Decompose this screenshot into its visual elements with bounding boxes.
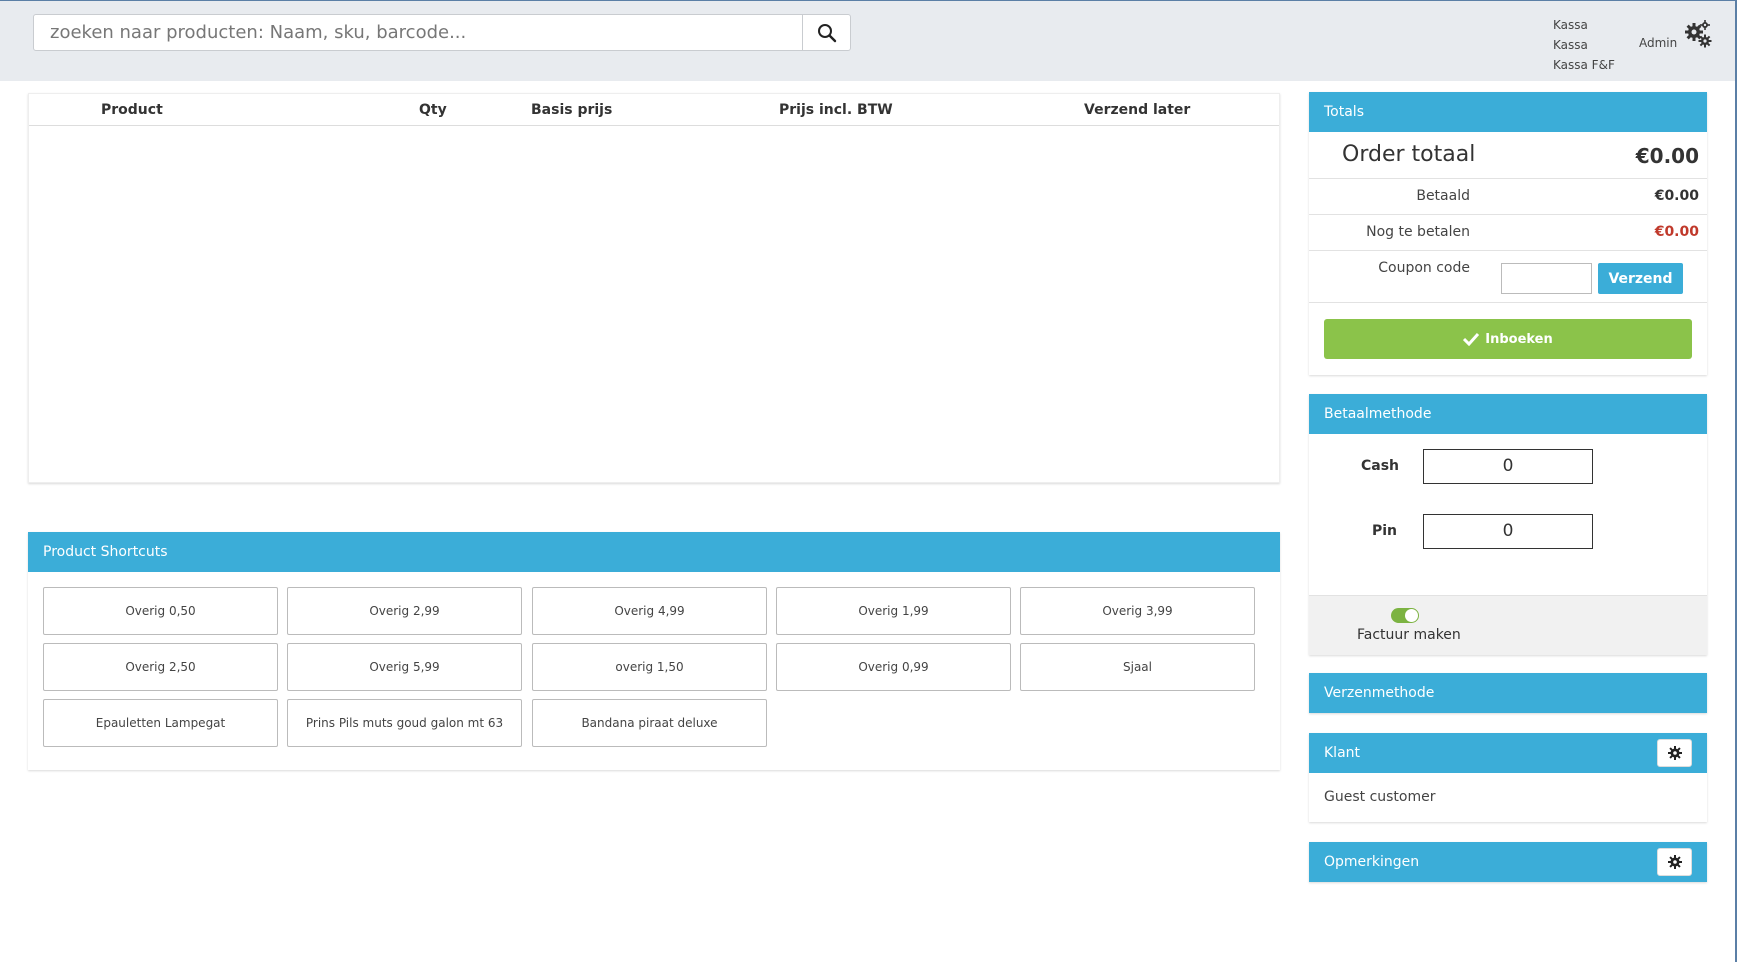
notes-panel: Opmerkingen	[1309, 842, 1707, 882]
shortcut-button[interactable]: Overig 5,99	[287, 643, 522, 691]
product-shortcuts-panel: Product Shortcuts Overig 0,50 Overig 2,9…	[28, 532, 1280, 770]
book-order-button[interactable]: Inboeken	[1324, 319, 1692, 359]
gears-icon	[1685, 20, 1712, 48]
notes-settings-button[interactable]	[1657, 848, 1692, 876]
paid-row: Betaald €0.00	[1309, 179, 1707, 215]
invoice-label: Factuur maken	[1357, 627, 1461, 643]
panel-title: Product Shortcuts	[28, 532, 1280, 572]
col-ship-later: Verzend later	[1084, 102, 1191, 118]
coupon-row: Coupon code Verzend	[1309, 251, 1707, 303]
customer-settings-button[interactable]	[1657, 739, 1692, 767]
order-total-label: Order totaal	[1342, 142, 1476, 167]
panel-title: Betaalmethode	[1309, 394, 1707, 434]
coupon-submit-button[interactable]: Verzend	[1598, 263, 1683, 294]
coupon-input[interactable]	[1501, 263, 1592, 294]
shortcut-button[interactable]: Epauletten Lampegat	[43, 699, 278, 747]
cash-input[interactable]: 0	[1423, 449, 1593, 484]
gear-icon	[1667, 855, 1682, 869]
shortcut-button[interactable]: Sjaal	[1020, 643, 1255, 691]
toggle-knob	[1405, 609, 1418, 622]
shortcut-button[interactable]: Overig 2,50	[43, 643, 278, 691]
shortcut-button[interactable]: Overig 2,99	[287, 587, 522, 635]
gear-icon	[1667, 746, 1682, 760]
settings-button[interactable]	[1683, 19, 1713, 49]
search-icon	[817, 23, 836, 42]
invoice-toggle[interactable]	[1391, 608, 1419, 623]
payment-method-panel: Betaalmethode Cash 0 Pin 0 Factuur maken	[1309, 394, 1707, 655]
customer-name: Guest customer	[1324, 789, 1436, 805]
shortcut-button[interactable]: Bandana piraat deluxe	[532, 699, 767, 747]
order-total-row: Order totaal €0.00	[1309, 132, 1707, 179]
cash-label: Cash	[1361, 458, 1400, 474]
panel-title: Opmerkingen	[1309, 842, 1707, 882]
shortcut-button[interactable]: overig 1,50	[532, 643, 767, 691]
col-price-incl-vat: Prijs incl. BTW	[779, 102, 893, 118]
notes-title: Opmerkingen	[1324, 854, 1420, 870]
search-bar	[33, 14, 851, 51]
check-icon	[1463, 332, 1480, 346]
shortcut-button[interactable]: Overig 1,99	[776, 587, 1011, 635]
customer-title: Klant	[1324, 745, 1361, 761]
user-role: Admin	[1639, 36, 1678, 50]
store-info: Kassa Kassa Kassa F&F	[1553, 15, 1615, 75]
col-qty: Qty	[419, 102, 447, 118]
paid-label: Betaald	[1416, 188, 1470, 204]
pin-input[interactable]: 0	[1423, 514, 1593, 549]
cart-table: Product Qty Basis prijs Prijs incl. BTW …	[28, 93, 1280, 483]
customer-panel: Klant Guest customer	[1309, 733, 1707, 822]
shortcut-button[interactable]: Prins Pils muts goud galon mt 63	[287, 699, 522, 747]
due-row: Nog te betalen €0.00	[1309, 215, 1707, 251]
shortcut-button[interactable]: Overig 0,99	[776, 643, 1011, 691]
shortcut-button[interactable]: Overig 4,99	[532, 587, 767, 635]
col-product: Product	[101, 102, 163, 118]
search-input[interactable]	[34, 15, 804, 50]
shortcut-button[interactable]: Overig 3,99	[1020, 587, 1255, 635]
panel-title: Klant	[1309, 733, 1707, 773]
book-order-label: Inboeken	[1485, 331, 1553, 347]
store-line-3: Kassa F&F	[1553, 58, 1615, 72]
pin-label: Pin	[1372, 523, 1398, 539]
store-line-2: Kassa	[1553, 38, 1588, 52]
totals-panel: Totals Order totaal €0.00 Betaald €0.00 …	[1309, 92, 1707, 375]
due-value: €0.00	[1654, 224, 1699, 240]
paid-value: €0.00	[1654, 188, 1699, 204]
top-bar: Kassa Kassa Kassa F&F Admin	[0, 0, 1737, 81]
due-label: Nog te betalen	[1366, 224, 1470, 240]
invoice-toggle-area: Factuur maken	[1309, 595, 1707, 655]
order-total-value: €0.00	[1635, 144, 1699, 168]
shortcut-button[interactable]: Overig 0,50	[43, 587, 278, 635]
store-line-1: Kassa	[1553, 18, 1588, 32]
col-base-price: Basis prijs	[531, 102, 613, 118]
panel-title: Verzenmethode	[1309, 673, 1707, 713]
search-button[interactable]	[802, 15, 850, 50]
panel-title: Totals	[1309, 92, 1707, 132]
coupon-label: Coupon code	[1378, 260, 1470, 276]
cart-table-header: Product Qty Basis prijs Prijs incl. BTW …	[29, 94, 1279, 126]
shipping-method-panel[interactable]: Verzenmethode	[1309, 673, 1707, 713]
